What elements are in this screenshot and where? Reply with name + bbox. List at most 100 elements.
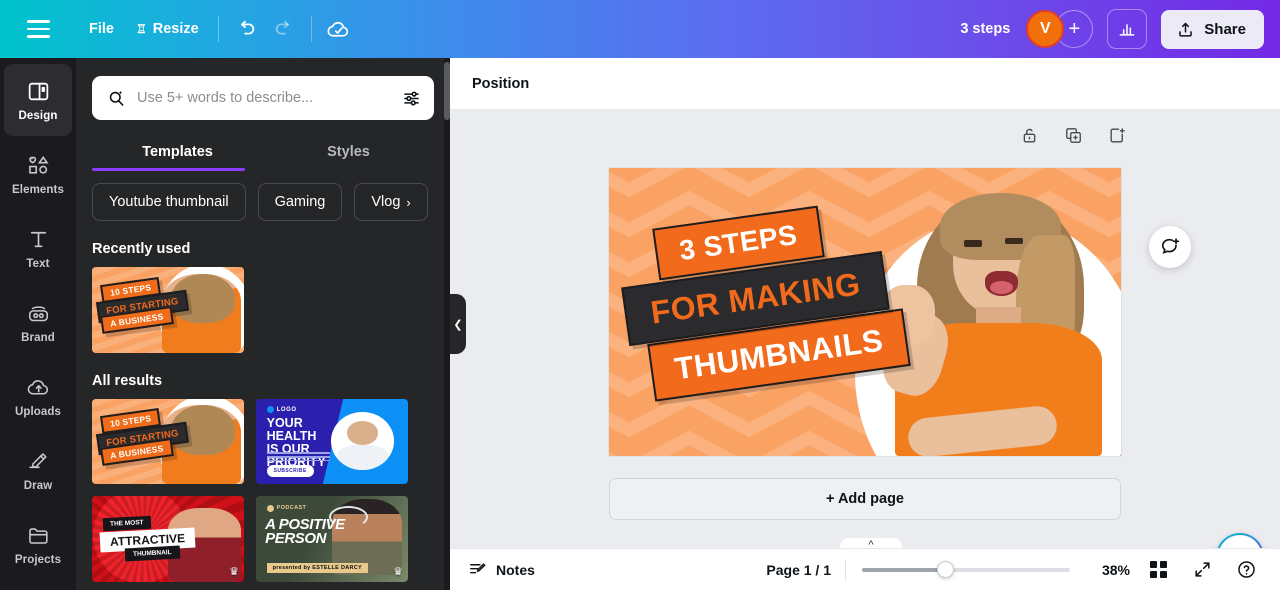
template-thumbnail-art: LOGO YOUR HEALTH IS OUR PRIORITY SUBSCRI… [256,398,408,484]
all-results-title: All results [92,372,163,389]
share-label: Share [1204,20,1246,38]
template-card-positive-person[interactable]: PODCAST A POSITIVE PERSON presented by E… [256,496,408,582]
recently-used-grid: 10 STEPS FOR STARTING A BUSINESS [76,267,450,353]
add-page-icon[interactable] [1106,124,1128,146]
pill-vlog[interactable]: Vlog › [354,183,428,221]
sidebar-item-label: Projects [14,553,62,566]
tab-label: Styles [327,144,370,160]
share-button[interactable]: Share [1161,9,1264,49]
chevron-left-icon: ❮ [453,318,463,331]
position-toolbar: Position [450,58,1280,110]
tab-styles[interactable]: Styles [263,134,434,171]
zoom-slider-fill [862,567,946,572]
pro-crown-icon: ♛ [229,565,239,578]
templates-panel: Templates Styles Youtube thumbnail Gamin… [76,58,450,590]
collapse-panel-handle[interactable]: ❮ [450,294,466,354]
tab-templates[interactable]: Templates [92,134,263,171]
sidebar-item-design[interactable]: Design [4,64,72,136]
search-area [76,58,450,120]
thumb-byline: presented by ESTELLE DARCY [266,562,369,573]
design-canvas[interactable]: 3 STEPS FOR MAKING THUMBNAILS [609,168,1121,456]
design-panels-icon [28,82,48,100]
sidebar-item-label: Design [18,109,58,122]
hamburger-menu-icon[interactable] [20,11,56,47]
sidebar-item-label: Brand [21,331,55,344]
sidebar-item-label: Draw [23,479,53,492]
toolbar-divider-1 [217,16,219,42]
undo-icon[interactable] [227,10,265,48]
pill-label: Vlog [371,194,401,210]
template-thumbnail-art: 10 STEPS FOR STARTING A BUSINESS [92,398,244,484]
file-menu-button[interactable]: File [78,14,125,44]
template-card-steps[interactable]: 10 STEPS FOR STARTING A BUSINESS [92,398,244,484]
page-count-label: Page 1 / 1 [766,561,831,578]
thumb-cta-label: SUBSCRIBE [266,465,314,478]
notes-icon [470,563,486,574]
sidebar-item-elements[interactable]: Elements [4,138,72,210]
crown-icon: ♖ [135,22,147,36]
template-card-health[interactable]: LOGO YOUR HEALTH IS OUR PRIORITY SUBSCRI… [256,398,408,484]
sliders-filter-icon [404,91,419,105]
redo-icon[interactable] [265,10,303,48]
zoom-level-label: 38% [1101,561,1130,578]
avatar[interactable]: V [1026,10,1065,48]
notes-label: Notes [496,561,535,578]
add-comment-icon [1161,238,1180,254]
search-input[interactable] [137,90,391,106]
thumb-logo-label: LOGO [276,406,297,413]
zoom-slider-knob[interactable] [936,561,954,578]
sidebar-item-label: Uploads [14,405,62,418]
tab-label: Templates [142,144,213,160]
template-thumbnail-art: PODCAST A POSITIVE PERSON presented by E… [256,496,408,582]
duplicate-page-icon[interactable] [1062,124,1084,146]
add-page-button[interactable]: + Add page [609,478,1121,520]
canvas-page[interactable]: 3 STEPS FOR MAKING THUMBNAILS [609,168,1121,456]
editor-area: Position 3 STEPS FOR MAKING THUMBNAILS +… [450,58,1280,590]
position-button[interactable]: Position [472,76,529,92]
unlock-icon[interactable] [1018,124,1040,146]
thumb-line-2: PERSON [265,530,327,548]
cloud-saved-icon[interactable] [320,10,358,48]
add-comment-button[interactable] [1149,226,1191,268]
page-actions [1018,124,1128,146]
panel-tabs: Templates Styles [76,134,450,171]
cloud-upload-icon [27,379,48,395]
sidebar-item-label: Elements [12,183,64,196]
magic-search-icon [109,90,124,106]
sidebar-item-text[interactable]: Text [4,212,72,284]
template-thumbnail-art: THE MOST ATTRACTIVE THUMBNAIL [92,496,244,582]
pill-label: Gaming [274,194,326,210]
template-card-recent-steps[interactable]: 10 STEPS FOR STARTING A BUSINESS [92,267,244,353]
left-sidebar-rail: Design Elements Text Brand Uploads Draw … [0,58,76,590]
sidebar-item-uploads[interactable]: Uploads [4,360,72,432]
help-circle-icon[interactable] [1230,554,1262,586]
add-page-label: + Add page [825,491,904,507]
pill-label: Youtube thumbnail [109,194,229,210]
thumb-line-2: HEALTH [266,429,317,444]
canva-editor-window: File ♖ Resize 3 steps V + Share Design E… [0,0,1280,590]
sidebar-item-label: Text [26,257,50,270]
text-t-icon [30,231,46,247]
zoom-slider[interactable] [862,561,1070,578]
notes-button[interactable]: Notes [468,560,535,579]
pro-crown-icon: ♛ [393,565,403,578]
search-box[interactable] [92,76,434,120]
chevron-right-icon: › [406,194,411,210]
resize-label: Resize [152,21,199,37]
pill-gaming[interactable]: Gaming [257,183,343,221]
sidebar-item-brand[interactable]: Brand [4,286,72,358]
sidebar-item-projects[interactable]: Projects [4,508,72,580]
upload-icon [1179,22,1193,37]
category-pill-row: Youtube thumbnail Gaming Vlog › [76,171,450,221]
pill-youtube-thumbnail[interactable]: Youtube thumbnail [92,183,246,221]
grid-view-icon[interactable] [1142,554,1174,586]
template-thumbnail-art: 10 STEPS FOR STARTING A BUSINESS [92,267,244,353]
file-menu-label: File [89,21,114,37]
template-card-attractive[interactable]: THE MOST ATTRACTIVE THUMBNAIL ♛ [92,496,244,582]
sidebar-item-draw[interactable]: Draw [4,434,72,506]
brand-icon [28,305,48,321]
top-toolbar: File ♖ Resize 3 steps V + Share [0,0,1280,58]
resize-button[interactable]: ♖ Resize [125,14,210,44]
expand-arrows-icon[interactable] [1186,554,1218,586]
analytics-bar-chart-icon[interactable] [1107,9,1148,49]
